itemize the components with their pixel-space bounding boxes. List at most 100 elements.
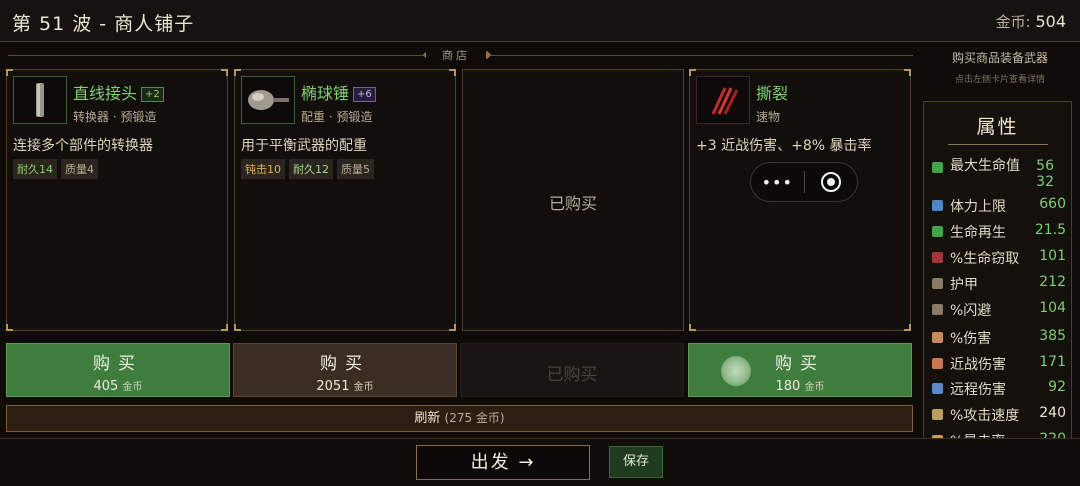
corner-ornament	[234, 324, 241, 331]
stat-color-swatch	[932, 162, 943, 173]
stat-value: 385	[1039, 328, 1066, 344]
stat-color-swatch	[932, 200, 943, 211]
item-type: 配重 · 预锻造	[301, 110, 373, 124]
buy-label: 购买	[320, 354, 370, 374]
refresh-label: 刷新	[414, 411, 441, 426]
mini-program-capsule: •••	[750, 162, 858, 202]
hint-title: 购买商品装备武器	[951, 51, 1048, 65]
item-description: +3 近战伤害、+8% 暴击率	[696, 138, 872, 154]
corner-ornament	[449, 69, 456, 76]
item-type: 速物	[756, 110, 781, 124]
corner-ornament	[689, 324, 696, 331]
stat-color-swatch	[932, 278, 943, 289]
stats-panel: 属性 最大生命值 56 32 体力上限 660 生命再生 21.5 %生命窃取 …	[923, 101, 1072, 446]
buy-price: 180 金币	[775, 379, 825, 394]
save-button[interactable]: 保存	[609, 446, 663, 478]
stat-label: 生命再生	[950, 225, 1006, 241]
corner-ornament	[6, 324, 13, 331]
shop-card-claw[interactable]: 撕裂 速物 +3 近战伤害、+8% 暴击率 •••	[689, 69, 911, 331]
buy-price: 405 金币	[93, 379, 143, 394]
stat-color-swatch	[932, 332, 943, 343]
corner-ornament	[449, 324, 456, 331]
stat-color-swatch	[932, 226, 943, 237]
upgrade-badge: +2	[141, 87, 164, 102]
stat-value: 171	[1039, 354, 1066, 370]
stat-label: %攻击速度	[950, 408, 1020, 424]
stat-value: 212	[1039, 274, 1066, 290]
stat-label: %生命窃取	[950, 251, 1020, 267]
gold-value: 504	[1035, 12, 1066, 31]
tag-durability: 耐久12	[289, 159, 333, 179]
item-name: 撕裂	[756, 84, 789, 103]
sold-label: 已购买	[548, 194, 597, 213]
stat-label: 近战伤害	[950, 357, 1006, 373]
stat-value: 660	[1039, 196, 1066, 212]
tag-mass: 质量5	[337, 159, 374, 179]
item-type: 转换器 · 预锻造	[73, 110, 157, 124]
shop-card-connector[interactable]: 直线接头 +2 转换器 · 预锻造 连接多个部件的转换器 耐久14 质量4	[6, 69, 228, 331]
stat-label: %伤害	[950, 331, 992, 347]
stat-color-swatch	[932, 409, 943, 420]
item-tags: 耐久14 质量4	[13, 159, 98, 179]
gold-label: 金币:	[995, 13, 1031, 31]
buy-button-sold: 已购买	[460, 343, 684, 397]
item-description: 用于平衡武器的配重	[241, 138, 367, 154]
buy-button-connector[interactable]: 购买 405 金币	[6, 343, 230, 397]
stat-value: 104	[1039, 300, 1066, 316]
stat-color-swatch	[932, 252, 943, 263]
buy-label: 购买	[93, 354, 143, 374]
stat-label: 护甲	[950, 277, 978, 293]
stat-color-swatch	[932, 358, 943, 369]
stat-value: 101	[1039, 248, 1066, 264]
stat-value: 240	[1039, 405, 1066, 421]
connector-rod-icon	[13, 76, 67, 124]
top-bar: 第 51 波 - 商人铺子 金币: 504	[0, 0, 1080, 42]
sold-button-label: 已购买	[546, 365, 598, 385]
stat-row-max-hp: 最大生命值 56 32	[932, 158, 1066, 192]
tag-mass: 质量4	[61, 159, 98, 179]
corner-ornament	[689, 69, 696, 76]
stat-label: %闪避	[950, 303, 992, 319]
shop-card-hammer[interactable]: 椭球锤 +6 配重 · 预锻造 用于平衡武器的配重 钝击10 耐久12 质量5	[234, 69, 456, 331]
refresh-cost: (275 金币)	[444, 411, 505, 425]
close-target-button[interactable]	[804, 171, 857, 193]
buy-price: 2051 金币	[316, 379, 374, 394]
corner-ornament	[221, 69, 228, 76]
claw-slash-icon	[696, 76, 750, 124]
hint-subtitle: 点击左侧卡片查看详情	[954, 75, 1045, 85]
refresh-button[interactable]: 刷新 (275 金币)	[6, 405, 913, 432]
target-icon	[820, 172, 841, 192]
gold-counter: 金币: 504	[996, 11, 1066, 32]
stat-value: 92	[1048, 379, 1066, 395]
wave-title: 第 51 波 - 商人铺子	[12, 13, 195, 35]
tag-blunt: 钝击10	[241, 159, 285, 179]
depart-button[interactable]: 出发 →	[416, 445, 590, 480]
ellipsoid-hammer-icon	[241, 76, 295, 124]
stats-divider	[947, 144, 1048, 145]
stat-color-swatch	[932, 304, 943, 315]
stat-value: 21.5	[1034, 222, 1066, 238]
buy-button-hammer[interactable]: 购买 2051 金币	[233, 343, 457, 397]
corner-ornament	[6, 69, 13, 76]
touch-indicator	[721, 356, 751, 386]
item-tags: 钝击10 耐久12 质量5	[241, 159, 374, 179]
stat-color-swatch	[932, 383, 943, 394]
corner-ornament	[904, 69, 911, 76]
buy-button-claw[interactable]: 购买 180 金币	[688, 343, 912, 397]
upgrade-badge: +6	[353, 87, 376, 102]
stat-value: 56	[1036, 158, 1054, 174]
stat-label: 体力上限	[950, 199, 1006, 215]
corner-ornament	[904, 324, 911, 331]
item-name: 直线接头 +2	[73, 80, 164, 104]
item-name: 椭球锤 +6	[301, 80, 376, 104]
item-description: 连接多个部件的转换器	[13, 138, 153, 154]
stats-title: 属性	[976, 116, 1019, 138]
stat-label: 最大生命值	[950, 158, 1020, 174]
stat-label: 远程伤害	[950, 382, 1006, 398]
stat-value-secondary: 32	[1036, 174, 1054, 190]
more-button[interactable]: •••	[751, 173, 804, 192]
shop-card-sold: 已购买	[462, 69, 684, 331]
corner-ornament	[221, 324, 228, 331]
tag-durability: 耐久14	[13, 159, 57, 179]
shop-section-label: 商店	[426, 47, 486, 63]
